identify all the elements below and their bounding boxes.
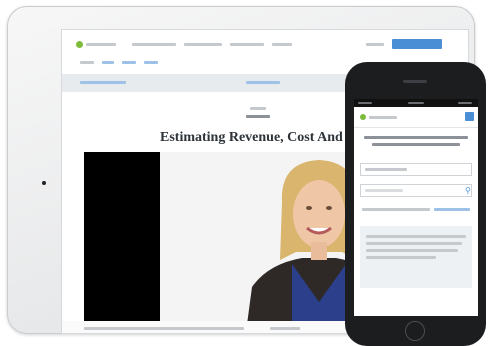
signup-button[interactable] — [392, 39, 442, 49]
status-bar — [354, 99, 478, 107]
subnav-item-placeholder[interactable] — [122, 61, 136, 64]
nav-link-placeholder[interactable] — [132, 43, 176, 46]
phone-speaker — [403, 80, 427, 83]
site-logo[interactable] — [76, 41, 83, 48]
grade-select[interactable] — [360, 163, 472, 176]
caption-placeholder — [270, 327, 300, 330]
phone-device: ⚲ — [345, 62, 486, 346]
login-link-placeholder[interactable] — [366, 43, 384, 46]
mobile-link-placeholder[interactable] — [434, 208, 470, 211]
tablet-home-button[interactable] — [42, 181, 46, 185]
site-name-placeholder — [86, 43, 116, 46]
nav-link-placeholder[interactable] — [272, 43, 292, 46]
phone-screen: ⚲ — [354, 99, 478, 316]
subnav-item-placeholder[interactable] — [80, 61, 94, 64]
lesson-kicker-placeholder — [250, 107, 266, 110]
panel-text-placeholder — [366, 242, 462, 245]
mobile-heading-placeholder — [372, 143, 460, 146]
info-panel — [360, 226, 472, 288]
caption-placeholder — [84, 327, 244, 330]
search-input[interactable]: ⚲ — [360, 184, 472, 197]
lesson-number-placeholder — [246, 115, 270, 118]
mobile-text-placeholder — [362, 208, 430, 211]
subnav-item-placeholder[interactable] — [144, 61, 158, 64]
phone-home-button[interactable] — [405, 321, 425, 341]
status-placeholder — [358, 102, 372, 104]
select-value-placeholder — [365, 168, 407, 171]
panel-text-placeholder — [366, 235, 466, 238]
breadcrumb-placeholder[interactable] — [80, 81, 126, 84]
breadcrumb-placeholder[interactable] — [246, 81, 280, 84]
nav-link-placeholder[interactable] — [184, 43, 222, 46]
mobile-header — [354, 107, 478, 128]
mobile-heading-placeholder — [364, 136, 468, 139]
mobile-logo[interactable] — [360, 114, 366, 120]
site-header — [62, 30, 468, 52]
subnav-item-placeholder[interactable] — [102, 61, 114, 64]
nav-link-placeholder[interactable] — [230, 43, 264, 46]
menu-icon[interactable] — [465, 112, 474, 121]
mobile-site-name-placeholder — [369, 116, 397, 119]
panel-text-placeholder — [366, 249, 458, 252]
status-placeholder — [408, 102, 424, 104]
video-letterbox — [84, 152, 160, 332]
status-placeholder — [458, 102, 472, 104]
search-icon[interactable]: ⚲ — [465, 187, 472, 195]
search-placeholder — [365, 189, 403, 192]
panel-text-placeholder — [366, 256, 436, 259]
